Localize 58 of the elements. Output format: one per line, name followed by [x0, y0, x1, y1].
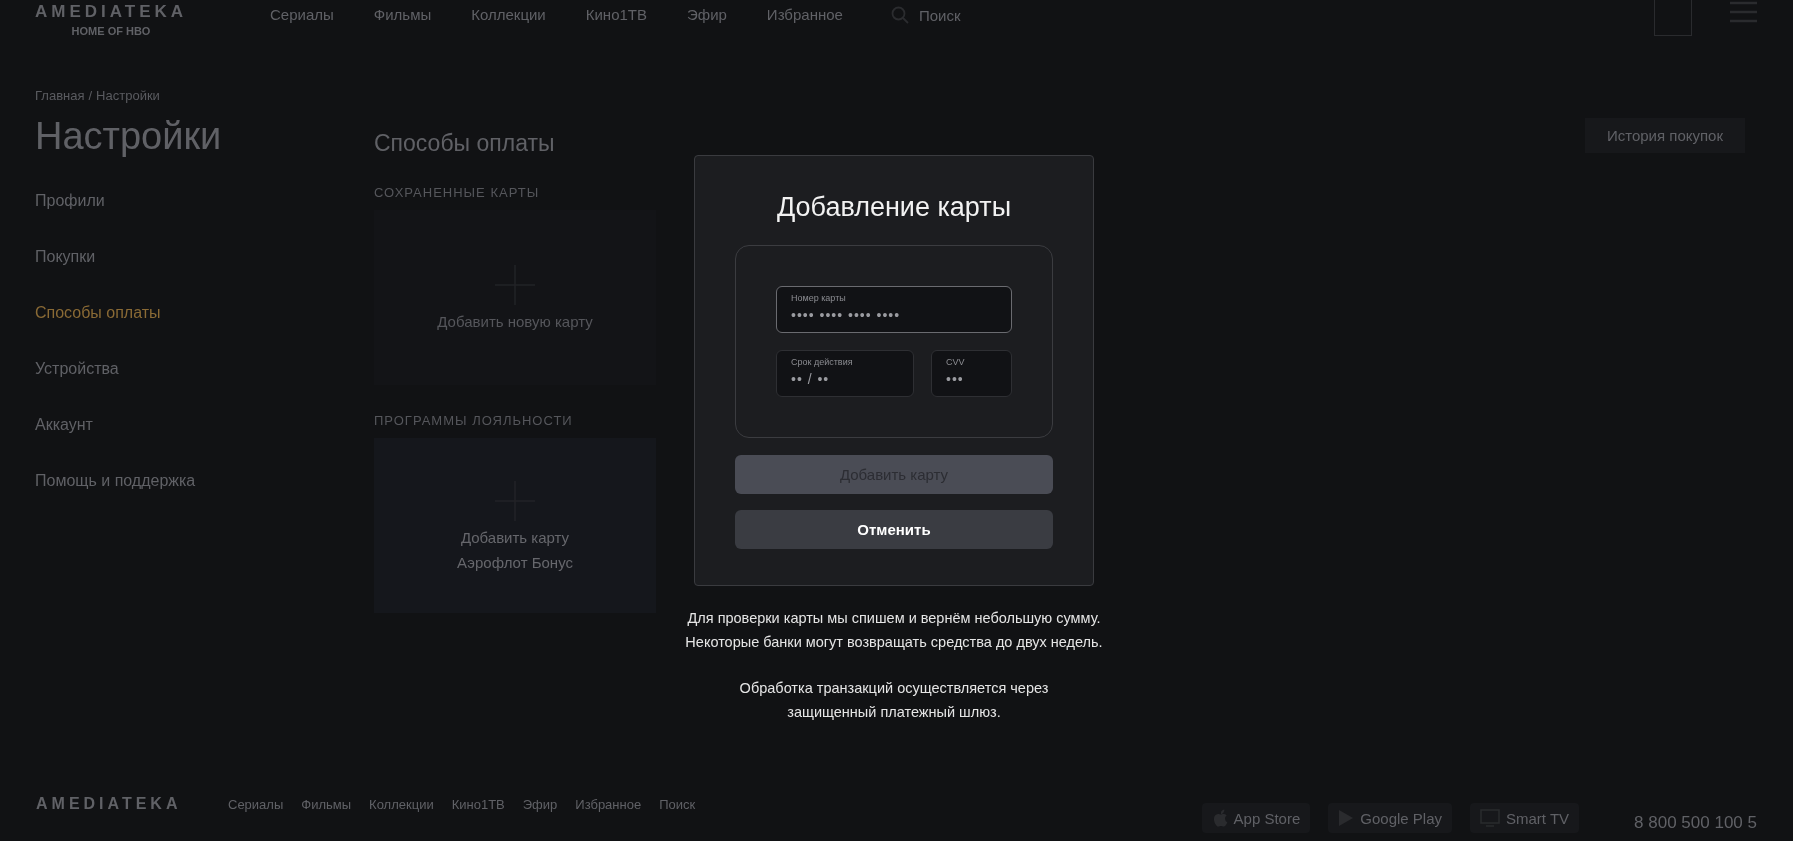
- logo[interactable]: AMEDIATEKA: [34, 2, 188, 22]
- nav-link[interactable]: Эфир: [687, 6, 727, 24]
- store-name: App Store: [1233, 809, 1301, 827]
- tile-label: Добавить новую карту: [437, 313, 593, 330]
- field-label: CVV: [946, 357, 966, 367]
- section-title: Способы оплаты: [374, 130, 555, 157]
- sidebar-item[interactable]: Устройства: [35, 360, 374, 416]
- card-field[interactable]: Номер карты •••• •••• •••• ••••: [776, 286, 1012, 333]
- store-name: Google Play: [1360, 809, 1442, 827]
- nav-link[interactable]: Кино1ТВ: [585, 6, 647, 24]
- card-field[interactable]: CVV •••: [931, 350, 1012, 397]
- phone-number: 8 800 500 100 5: [1634, 813, 1757, 833]
- store-badge[interactable]: Smart TV: [1470, 803, 1580, 833]
- footer-link[interactable]: Эфир: [522, 797, 558, 812]
- tile-label: Добавить карту: [460, 528, 570, 546]
- info-paragraph: Обработка транзакций осуществляется через защищенный платежный шлюз.: [738, 679, 1050, 722]
- input-field[interactable]: •••: [946, 371, 997, 387]
- section-heading: СОХРАНЕННЫЕ КАРТЫ: [374, 185, 541, 200]
- search-icon[interactable]: [890, 6, 909, 24]
- card-field[interactable]: Срок действия •• / ••: [776, 350, 914, 397]
- sidebar-item[interactable]: Профили: [35, 192, 374, 248]
- menu-icon[interactable]: [1730, 0, 1757, 24]
- nav-link[interactable]: Избранное: [766, 6, 843, 24]
- avatar-image[interactable]: [1654, 0, 1692, 36]
- sidebar-item[interactable]: Покупки: [35, 248, 374, 304]
- search-link[interactable]: Поиск: [918, 6, 961, 24]
- section-heading: ПРОГРАММЫ ЛОЯЛЬНОСТИ: [374, 413, 574, 428]
- info-paragraph: Для проверки карты мы спишем и вернём небольшую сумму. Некоторые банки могут возвращать средства до двух недель.: [684, 609, 1104, 652]
- store-badge[interactable]: Google Play: [1328, 803, 1452, 833]
- store-badge[interactable]: App Store: [1201, 803, 1311, 833]
- cancel-button[interactable]: Отменить: [735, 510, 1053, 549]
- footer-link[interactable]: Фильмы: [301, 797, 352, 812]
- store-name: Smart TV: [1506, 809, 1570, 827]
- footer-link[interactable]: Избранное: [575, 797, 642, 812]
- footer-link[interactable]: Сериалы: [228, 797, 284, 812]
- nav-link[interactable]: Коллекции: [471, 6, 546, 24]
- input-field[interactable]: •••• •••• •••• ••••: [791, 307, 997, 323]
- footer-link[interactable]: Поиск: [659, 797, 696, 812]
- nav-link[interactable]: Сериалы: [270, 6, 334, 24]
- footer-link[interactable]: Коллекции: [369, 797, 434, 812]
- field-label: Срок действия: [791, 357, 854, 367]
- tile-label: Аэрофлот Бонус: [457, 553, 573, 571]
- breadcrumb-separator: /: [88, 88, 93, 103]
- footer-logo[interactable]: AMEDIATEKA: [36, 795, 196, 813]
- page-title: Настройки: [35, 115, 223, 158]
- sidebar-item[interactable]: Способы оплаты: [35, 304, 374, 360]
- sidebar-item[interactable]: Аккаунт: [35, 416, 374, 472]
- dialog-title: Добавление карты: [776, 192, 1012, 223]
- add-card-tile[interactable]: Добавить карту Аэрофлот Бонус: [374, 438, 656, 613]
- sidebar-item[interactable]: Помощь и поддержка: [35, 472, 374, 528]
- field-label: Номер карты: [791, 293, 847, 303]
- logo-tagline: HOME OF HBO: [71, 25, 151, 37]
- purchase-history-button[interactable]: История покупок: [1584, 118, 1745, 153]
- breadcrumb-link[interactable]: Настройки: [96, 88, 160, 103]
- footer-link[interactable]: Кино1ТВ: [451, 797, 505, 812]
- breadcrumb-link[interactable]: Главная: [35, 88, 85, 103]
- input-field[interactable]: •• / ••: [791, 371, 899, 387]
- nav-link[interactable]: Фильмы: [373, 6, 432, 24]
